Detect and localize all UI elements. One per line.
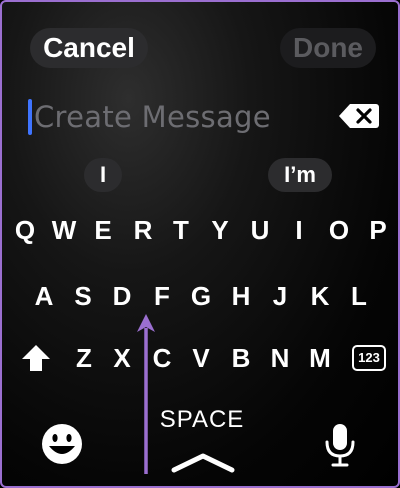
key-n[interactable]: N <box>265 343 295 374</box>
shift-icon[interactable] <box>20 342 52 374</box>
key-u[interactable]: U <box>245 215 275 246</box>
key-w[interactable]: W <box>49 215 79 246</box>
key-f[interactable]: F <box>147 281 177 312</box>
key-a[interactable]: A <box>29 281 59 312</box>
suggestion-im[interactable]: I’m <box>268 158 332 192</box>
arrow-up-icon <box>137 314 155 474</box>
message-input[interactable]: Create Message <box>28 96 380 142</box>
message-placeholder: Create Message <box>34 100 271 134</box>
key-l[interactable]: L <box>344 281 374 312</box>
text-cursor <box>28 99 32 135</box>
key-h[interactable]: H <box>226 281 256 312</box>
key-t[interactable]: T <box>166 215 196 246</box>
numbers-key[interactable]: 123 <box>352 345 386 371</box>
key-v[interactable]: V <box>186 343 216 374</box>
suggestion-i[interactable]: I <box>84 158 122 192</box>
key-m[interactable]: M <box>305 343 335 374</box>
key-o[interactable]: O <box>324 215 354 246</box>
done-button[interactable]: Done <box>280 28 376 68</box>
key-e[interactable]: E <box>88 215 118 246</box>
emoji-icon[interactable] <box>40 422 84 466</box>
key-q[interactable]: Q <box>10 215 40 246</box>
key-s[interactable]: S <box>68 281 98 312</box>
key-d[interactable]: D <box>107 281 137 312</box>
key-j[interactable]: J <box>265 281 295 312</box>
microphone-icon[interactable] <box>324 422 356 468</box>
key-i[interactable]: I <box>284 215 314 246</box>
cancel-button[interactable]: Cancel <box>30 28 148 68</box>
key-r[interactable]: R <box>128 215 158 246</box>
key-g[interactable]: G <box>186 281 216 312</box>
key-b[interactable]: B <box>226 343 256 374</box>
key-z[interactable]: Z <box>69 343 99 374</box>
space-key[interactable]: SPACE <box>152 406 252 434</box>
key-y[interactable]: Y <box>205 215 235 246</box>
watch-keyboard-screen: Cancel Done Create Message I I’m Q W E R… <box>0 0 400 488</box>
key-p[interactable]: P <box>363 215 393 246</box>
backspace-icon[interactable] <box>338 102 380 130</box>
key-k[interactable]: K <box>305 281 335 312</box>
key-x[interactable]: X <box>107 343 137 374</box>
chevron-up-icon[interactable] <box>170 450 236 474</box>
